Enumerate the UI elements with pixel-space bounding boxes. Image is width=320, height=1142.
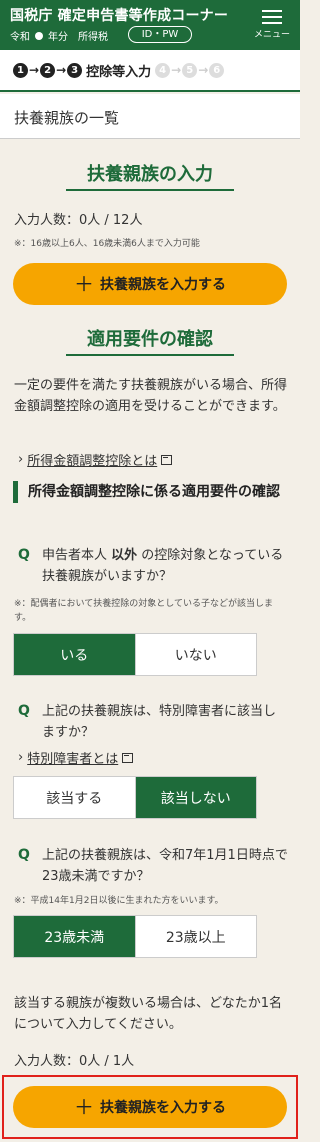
step-6: 6 bbox=[209, 62, 225, 78]
step-1: 1 bbox=[13, 62, 28, 78]
app-header: 国税庁 確定申告書等作成コーナー 令和 年分 所得税 ID・PW メニュー bbox=[0, 0, 300, 50]
arrow-right-icon: → bbox=[56, 63, 67, 77]
special-disability-link-label: 特別障害者とは bbox=[27, 752, 119, 767]
option-applicable[interactable]: 該当する bbox=[14, 777, 135, 818]
arrow-right-icon: → bbox=[29, 63, 40, 77]
question-mark-label: Q bbox=[18, 547, 30, 563]
heading-underline bbox=[66, 189, 234, 191]
page-title: 扶養親族の一覧 bbox=[14, 109, 120, 127]
requirements-intro: 一定の要件を満たす扶養親族がいる場合、所得金額調整控除の適用を受けることができま… bbox=[14, 378, 288, 414]
chevron-right-icon: › bbox=[18, 750, 24, 765]
arrow-right-icon: → bbox=[198, 63, 209, 77]
question-2-toggle: 該当する 該当しない bbox=[13, 776, 257, 819]
step-4: 4 bbox=[155, 62, 171, 78]
step-5: 5 bbox=[182, 62, 198, 78]
question-1-prefix: 申告者本人 bbox=[42, 548, 112, 563]
menu-label: メニュー bbox=[253, 30, 290, 40]
page-title-bar: 扶養親族の一覧 bbox=[0, 94, 300, 139]
dependents-limit-note: ※：16歳以上6人、16歳未満6人まで入力可能 bbox=[14, 239, 200, 249]
heading-underline bbox=[66, 354, 234, 356]
year-label: 年分 bbox=[48, 32, 68, 43]
step-3: 3 bbox=[67, 62, 83, 78]
question-1-text: 申告者本人 以外 の控除対象となっている扶養親族がいますか？ bbox=[42, 545, 288, 587]
menu-button[interactable]: メニュー bbox=[252, 10, 292, 44]
income-adjustment-link[interactable]: › 所得金額調整控除とは bbox=[18, 450, 173, 469]
dependents-count: 入力人数：0人 / 12人 bbox=[14, 213, 143, 228]
add-dependent-label: 扶養親族を入力する bbox=[100, 277, 226, 293]
question-2-text: 上記の扶養親族は、特別障害者に該当しますか？ bbox=[42, 704, 277, 740]
option-not-applicable[interactable]: 該当しない bbox=[134, 777, 256, 818]
add-dependent-button[interactable]: ＋ 扶養親族を入力する bbox=[13, 263, 287, 305]
question-mark-label: Q bbox=[18, 847, 30, 863]
question-3-note: ※：平成14年1月2日以後に生まれた方をいいます。 bbox=[14, 896, 224, 906]
current-step-label: 控除等入力 bbox=[86, 64, 152, 80]
app-title: 国税庁 確定申告書等作成コーナー bbox=[10, 8, 229, 24]
requirements-count: 入力人数：0人 / 1人 bbox=[14, 1054, 135, 1069]
question-1-note: ※：配偶者において扶養控除の対象としている子などが該当します。 bbox=[14, 599, 274, 623]
question-3-toggle: 23歳未満 23歳以上 bbox=[13, 915, 257, 958]
option-yes[interactable]: いる bbox=[14, 634, 135, 675]
era-label: 令和 bbox=[10, 32, 30, 43]
multiple-relatives-note: 該当する親族が複数いる場合は、どなたか1名について入力してください。 bbox=[14, 996, 283, 1032]
tax-year-info: 令和 年分 所得税 bbox=[10, 28, 108, 43]
plus-icon: ＋ bbox=[74, 1095, 94, 1119]
question-mark-label: Q bbox=[18, 703, 30, 719]
id-pw-badge[interactable]: ID・PW bbox=[128, 26, 192, 43]
chevron-right-icon: › bbox=[18, 452, 24, 467]
special-disability-link[interactable]: › 特別障害者とは bbox=[18, 748, 134, 767]
income-adjustment-link-label: 所得金額調整控除とは bbox=[27, 454, 158, 469]
tax-type-label: 所得税 bbox=[78, 32, 108, 43]
question-1-toggle: いる いない bbox=[13, 633, 257, 676]
option-under-23[interactable]: 23歳未満 bbox=[14, 916, 135, 957]
dependents-heading: 扶養親族の入力 bbox=[87, 164, 213, 185]
plus-icon: ＋ bbox=[74, 272, 94, 296]
hamburger-icon bbox=[262, 10, 282, 24]
question-1-emphasis: 以外 bbox=[111, 548, 138, 563]
option-23-or-over[interactable]: 23歳以上 bbox=[134, 916, 257, 957]
add-qualifying-dependent-button[interactable]: ＋ 扶養親族を入力する bbox=[13, 1086, 287, 1128]
question-3-text: 上記の扶養親族は、令和7年1月1日時点で23歳未満ですか？ bbox=[42, 848, 288, 884]
option-no[interactable]: いない bbox=[134, 634, 257, 675]
step-indicator: 1 → 2 → 3 控除等入力 4 → 5 → 6 bbox=[0, 50, 300, 92]
arrow-right-icon: → bbox=[171, 63, 182, 77]
add-qualifying-dependent-label: 扶養親族を入力する bbox=[100, 1100, 226, 1116]
requirements-heading: 適用要件の確認 bbox=[87, 329, 213, 350]
step-2: 2 bbox=[40, 62, 56, 78]
requirements-subheading: 所得金額調整控除に係る適用要件の確認 bbox=[13, 481, 287, 503]
external-window-icon bbox=[122, 752, 134, 763]
year-placeholder-dot bbox=[35, 31, 43, 40]
external-window-icon bbox=[161, 454, 173, 465]
